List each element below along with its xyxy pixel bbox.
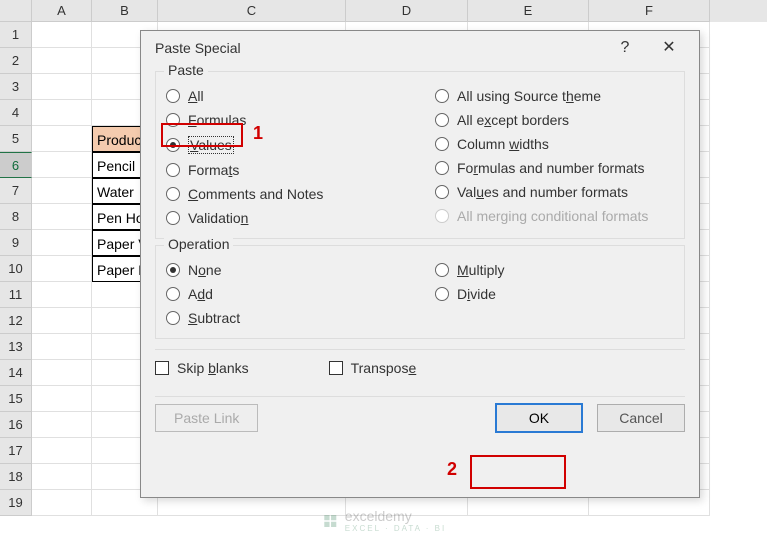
annotation-2: 2 xyxy=(447,459,457,480)
row-header[interactable]: 11 xyxy=(0,282,32,308)
exceldemy-logo-icon xyxy=(321,512,339,530)
row-header[interactable]: 19 xyxy=(0,490,32,516)
cell[interactable] xyxy=(32,126,92,152)
radio-multiply[interactable]: Multiply xyxy=(435,262,674,278)
row-header[interactable]: 14 xyxy=(0,360,32,386)
row-header[interactable]: 13 xyxy=(0,334,32,360)
dialog-titlebar: Paste Special ? ✕ xyxy=(141,31,699,65)
col-header-c[interactable]: C xyxy=(158,0,346,22)
cell[interactable] xyxy=(32,152,92,178)
paste-group: Paste All Formulas Values Formats Commen… xyxy=(155,71,685,239)
row-header[interactable]: 1 xyxy=(0,22,32,48)
row-header[interactable]: 16 xyxy=(0,412,32,438)
cell[interactable] xyxy=(32,74,92,100)
cell[interactable] xyxy=(32,230,92,256)
radio-formats[interactable]: Formats xyxy=(166,162,405,178)
cell[interactable] xyxy=(32,204,92,230)
close-button[interactable]: ✕ xyxy=(647,31,691,65)
row-header[interactable]: 18 xyxy=(0,464,32,490)
row-header[interactable]: 8 xyxy=(0,204,32,230)
row-header[interactable]: 3 xyxy=(0,74,32,100)
radio-subtract[interactable]: Subtract xyxy=(166,310,405,326)
paste-link-button: Paste Link xyxy=(155,404,258,432)
col-header-d[interactable]: D xyxy=(346,0,468,22)
row-header[interactable]: 15 xyxy=(0,386,32,412)
paste-legend: Paste xyxy=(164,62,208,78)
radio-validation[interactable]: Validation xyxy=(166,210,405,226)
col-header-e[interactable]: E xyxy=(468,0,589,22)
check-transpose[interactable]: Transpose xyxy=(329,360,417,376)
ok-button[interactable]: OK xyxy=(495,403,583,433)
row-header[interactable]: 5 xyxy=(0,126,32,152)
watermark: exceldemy EXCEL · DATA · BI xyxy=(321,508,446,533)
help-button[interactable]: ? xyxy=(603,31,647,65)
dialog-title: Paste Special xyxy=(155,40,241,56)
cell[interactable] xyxy=(32,48,92,74)
cell[interactable] xyxy=(32,22,92,48)
paste-special-dialog: Paste Special ? ✕ Paste All Formulas Val… xyxy=(140,30,700,498)
cell[interactable] xyxy=(32,256,92,282)
radio-formulas[interactable]: Formulas xyxy=(166,112,405,128)
radio-column-widths[interactable]: Column widths xyxy=(435,136,674,152)
row-header[interactable]: 7 xyxy=(0,178,32,204)
row-header[interactable]: 2 xyxy=(0,48,32,74)
cell[interactable] xyxy=(32,282,92,308)
row-header[interactable]: 4 xyxy=(0,100,32,126)
radio-divide[interactable]: Divide xyxy=(435,286,674,302)
row-header[interactable]: 6 xyxy=(0,152,32,178)
row-header[interactable]: 17 xyxy=(0,438,32,464)
row-header[interactable]: 10 xyxy=(0,256,32,282)
cell[interactable] xyxy=(32,438,92,464)
radio-none[interactable]: None xyxy=(166,262,405,278)
operation-legend: Operation xyxy=(164,236,233,252)
cell[interactable] xyxy=(32,412,92,438)
cell[interactable] xyxy=(32,308,92,334)
radio-comments[interactable]: Comments and Notes xyxy=(166,186,405,202)
row-header[interactable]: 9 xyxy=(0,230,32,256)
col-header-a[interactable]: A xyxy=(32,0,92,22)
select-all-corner[interactable] xyxy=(0,0,32,22)
radio-add[interactable]: Add xyxy=(166,286,405,302)
col-header-b[interactable]: B xyxy=(92,0,158,22)
radio-values[interactable]: Values xyxy=(166,136,405,154)
radio-all[interactable]: All xyxy=(166,88,405,104)
radio-except-borders[interactable]: All except borders xyxy=(435,112,674,128)
check-skip-blanks[interactable]: Skip blanks xyxy=(155,360,249,376)
radio-conditional: All merging conditional formats xyxy=(435,208,674,224)
cell[interactable] xyxy=(32,334,92,360)
annotation-box-2 xyxy=(470,455,566,489)
cell[interactable] xyxy=(32,386,92,412)
row-header[interactable]: 12 xyxy=(0,308,32,334)
col-header-f[interactable]: F xyxy=(589,0,710,22)
cell[interactable] xyxy=(32,464,92,490)
cell[interactable] xyxy=(32,178,92,204)
radio-theme[interactable]: All using Source theme xyxy=(435,88,674,104)
operation-group: Operation None Add Subtract Multiply Div… xyxy=(155,245,685,339)
radio-values-num[interactable]: Values and number formats xyxy=(435,184,674,200)
cancel-button[interactable]: Cancel xyxy=(597,404,685,432)
radio-formulas-num[interactable]: Formulas and number formats xyxy=(435,160,674,176)
cell[interactable] xyxy=(32,360,92,386)
cell[interactable] xyxy=(32,490,92,516)
cell[interactable] xyxy=(32,100,92,126)
